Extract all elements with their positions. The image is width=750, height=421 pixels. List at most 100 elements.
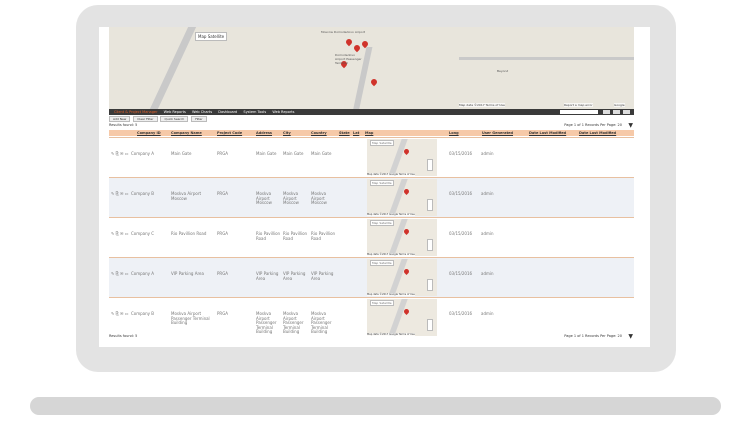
map-pin-icon[interactable] [402,307,411,316]
table-header: Company ID Company Name Project Code Add… [109,130,634,136]
col-date-last-modified-2[interactable]: Date Last Modified [579,131,616,135]
minimap-type-control[interactable]: Map Satellite [370,300,394,306]
map-pin-icon[interactable] [352,43,362,53]
zoom-control[interactable] [427,279,433,291]
cell-project-code: PRGA [217,271,229,276]
cell-company: Company B [131,191,155,196]
col-company-name[interactable]: Company Name [171,131,202,135]
map-pin-icon[interactable] [369,77,379,87]
tab-clear-filter[interactable]: Clear Filter [133,116,158,122]
pager[interactable]: Page 1 of 1 Records Per Page: 20 [564,123,622,127]
minimap-satellite-label[interactable]: Satellite [379,141,391,145]
cell-country: Rio Pavillion Road [311,231,336,241]
nav-item-client-project[interactable]: Client & Project Manager [114,110,158,114]
map-pin-icon[interactable] [402,227,411,236]
col-user-generated[interactable]: User Generated [482,131,513,135]
minimap-map-label[interactable]: Map [372,261,378,265]
minimap-satellite-label[interactable]: Satellite [379,261,391,265]
nav-item-web-reports-2[interactable]: Web Reports [272,110,294,114]
cell-date: 03/15/2016 [449,191,473,196]
map-report-error[interactable]: Report a map error [564,103,593,107]
cell-city: Main Gate [283,151,304,156]
cell-city: Rio Pavillion Road [283,231,308,241]
nav-item-system-tools[interactable]: System Tools [243,110,266,114]
cell-company: Company B [131,311,155,316]
cell-company-name: Main Gate [171,151,192,156]
row-minimap[interactable]: Map Satellite Map data ©2017 Google Terms… [367,299,437,336]
minimap-map-label[interactable]: Map [372,301,378,305]
map-type-map[interactable]: Map [198,34,206,39]
cell-country: Moskva Airport Passenger Terminal Buildi… [311,311,332,334]
minimap-attribution[interactable]: Map data ©2017 Google Terms of Use [367,293,415,296]
map-pin-icon[interactable] [402,267,411,276]
zoom-control[interactable] [427,159,433,171]
col-city[interactable]: City [283,131,291,135]
cell-city: Moskva Airport Moscow [283,191,299,205]
zoom-control[interactable] [427,239,433,251]
map-place-label: Moscow Domodedovo Airport [321,30,366,34]
cell-user: admin [481,311,494,316]
minimap-attribution[interactable]: Map data ©2017 Google Terms of Use [367,173,415,176]
map-road [459,57,634,60]
nav-button[interactable] [613,110,620,114]
minimap-satellite-label[interactable]: Satellite [379,301,391,305]
row-minimap[interactable]: Map Satellite Map data ©2017 Google Terms… [367,139,437,176]
col-project-code[interactable]: Project Code [217,131,242,135]
minimap-map-label[interactable]: Map [372,181,378,185]
nav-button[interactable] [623,110,630,114]
row-minimap[interactable]: Map Satellite Map data ©2017 Google Terms… [367,219,437,256]
col-date-last-modified[interactable]: Date Last Modified [529,131,566,135]
nav-search-input[interactable] [560,110,598,114]
minimap-type-control[interactable]: Map Satellite [370,220,394,226]
map-pin-icon[interactable] [402,147,411,156]
tab-add-new[interactable]: Add New [109,116,131,122]
row-minimap[interactable]: Map Satellite Map data ©2017 Google Terms… [367,179,437,216]
cell-address: Moskva Airport Passenger Terminal Buildi… [256,311,277,334]
overview-map[interactable]: Map Satellite Moscow Domodedovo Airport … [109,27,634,109]
table-row[interactable]: ✎ ⎘ ✉ ▭ Company B Moskva Airport Passenger… [109,297,634,337]
table-row[interactable]: ✎ ⎘ ✉ ▭ Company C Rio Pavillion Road PRGA Ri… [109,217,634,257]
col-map[interactable]: Map [365,131,373,135]
nav-item-web-charts[interactable]: Web Charts [192,110,212,114]
map-road [149,27,197,109]
cell-user: admin [481,231,494,236]
table-row[interactable]: ✎ ⎘ ✉ ▭ Company A Main Gate PRGA Main Gate Ma… [109,137,634,177]
col-lat[interactable]: Lat [353,131,359,135]
chevron-down-icon[interactable]: ▼ [628,122,633,129]
row-minimap[interactable]: Map Satellite Map data ©2017 Google Terms… [367,259,437,296]
zoom-control[interactable] [427,199,433,211]
table-row[interactable]: ✎ ⎘ ✉ ▭ Company A VIP Parking Area PRGA VIP … [109,257,634,297]
results-bar-top: Results found: 5 Page 1 of 1 Records Per… [109,122,634,129]
cell-company: Company A [131,271,155,276]
map-type-control[interactable]: Map Satellite [195,32,228,41]
cell-project-code: PRGA [217,311,229,316]
table-row[interactable]: ✎ ⎘ ✉ ▭ Company B Moskva Airport Moscow PRG… [109,177,634,217]
minimap-attribution[interactable]: Map data ©2017 Google Terms of Use [367,213,415,216]
nav-button[interactable] [603,110,610,114]
map-type-satellite[interactable]: Satellite [208,34,224,39]
minimap-map-label[interactable]: Map [372,141,378,145]
minimap-type-control[interactable]: Map Satellite [370,260,394,266]
minimap-satellite-label[interactable]: Satellite [379,181,391,185]
minimap-type-control[interactable]: Map Satellite [370,140,394,146]
minimap-type-control[interactable]: Map Satellite [370,180,394,186]
minimap-satellite-label[interactable]: Satellite [379,221,391,225]
tab-quick-search[interactable]: Quick Search [160,116,189,122]
col-company-id[interactable]: Company ID [137,131,161,135]
map-attribution[interactable]: Map data ©2017 Terms of Use [459,103,505,107]
nav-item-web-reports[interactable]: Web Reports [164,110,186,114]
minimap-map-label[interactable]: Map [372,221,378,225]
map-pin-icon[interactable] [344,37,354,47]
tab-filter[interactable]: Filter [191,116,207,122]
col-address[interactable]: Address [256,131,272,135]
col-long[interactable]: Long [449,131,459,135]
chevron-down-icon[interactable]: ▼ [628,333,633,340]
nav-item-dashboard[interactable]: Dashboard [218,110,237,114]
col-country[interactable]: Country [311,131,327,135]
col-state[interactable]: State [339,131,350,135]
cell-company-name: Moskva Airport Passenger Terminal Buildi… [171,311,210,325]
minimap-attribution[interactable]: Map data ©2017 Google Terms of Use [367,253,415,256]
zoom-control[interactable] [427,319,433,331]
map-pin-icon[interactable] [402,187,411,196]
pager[interactable]: Page 1 of 1 Records Per Page: 20 [564,334,622,338]
